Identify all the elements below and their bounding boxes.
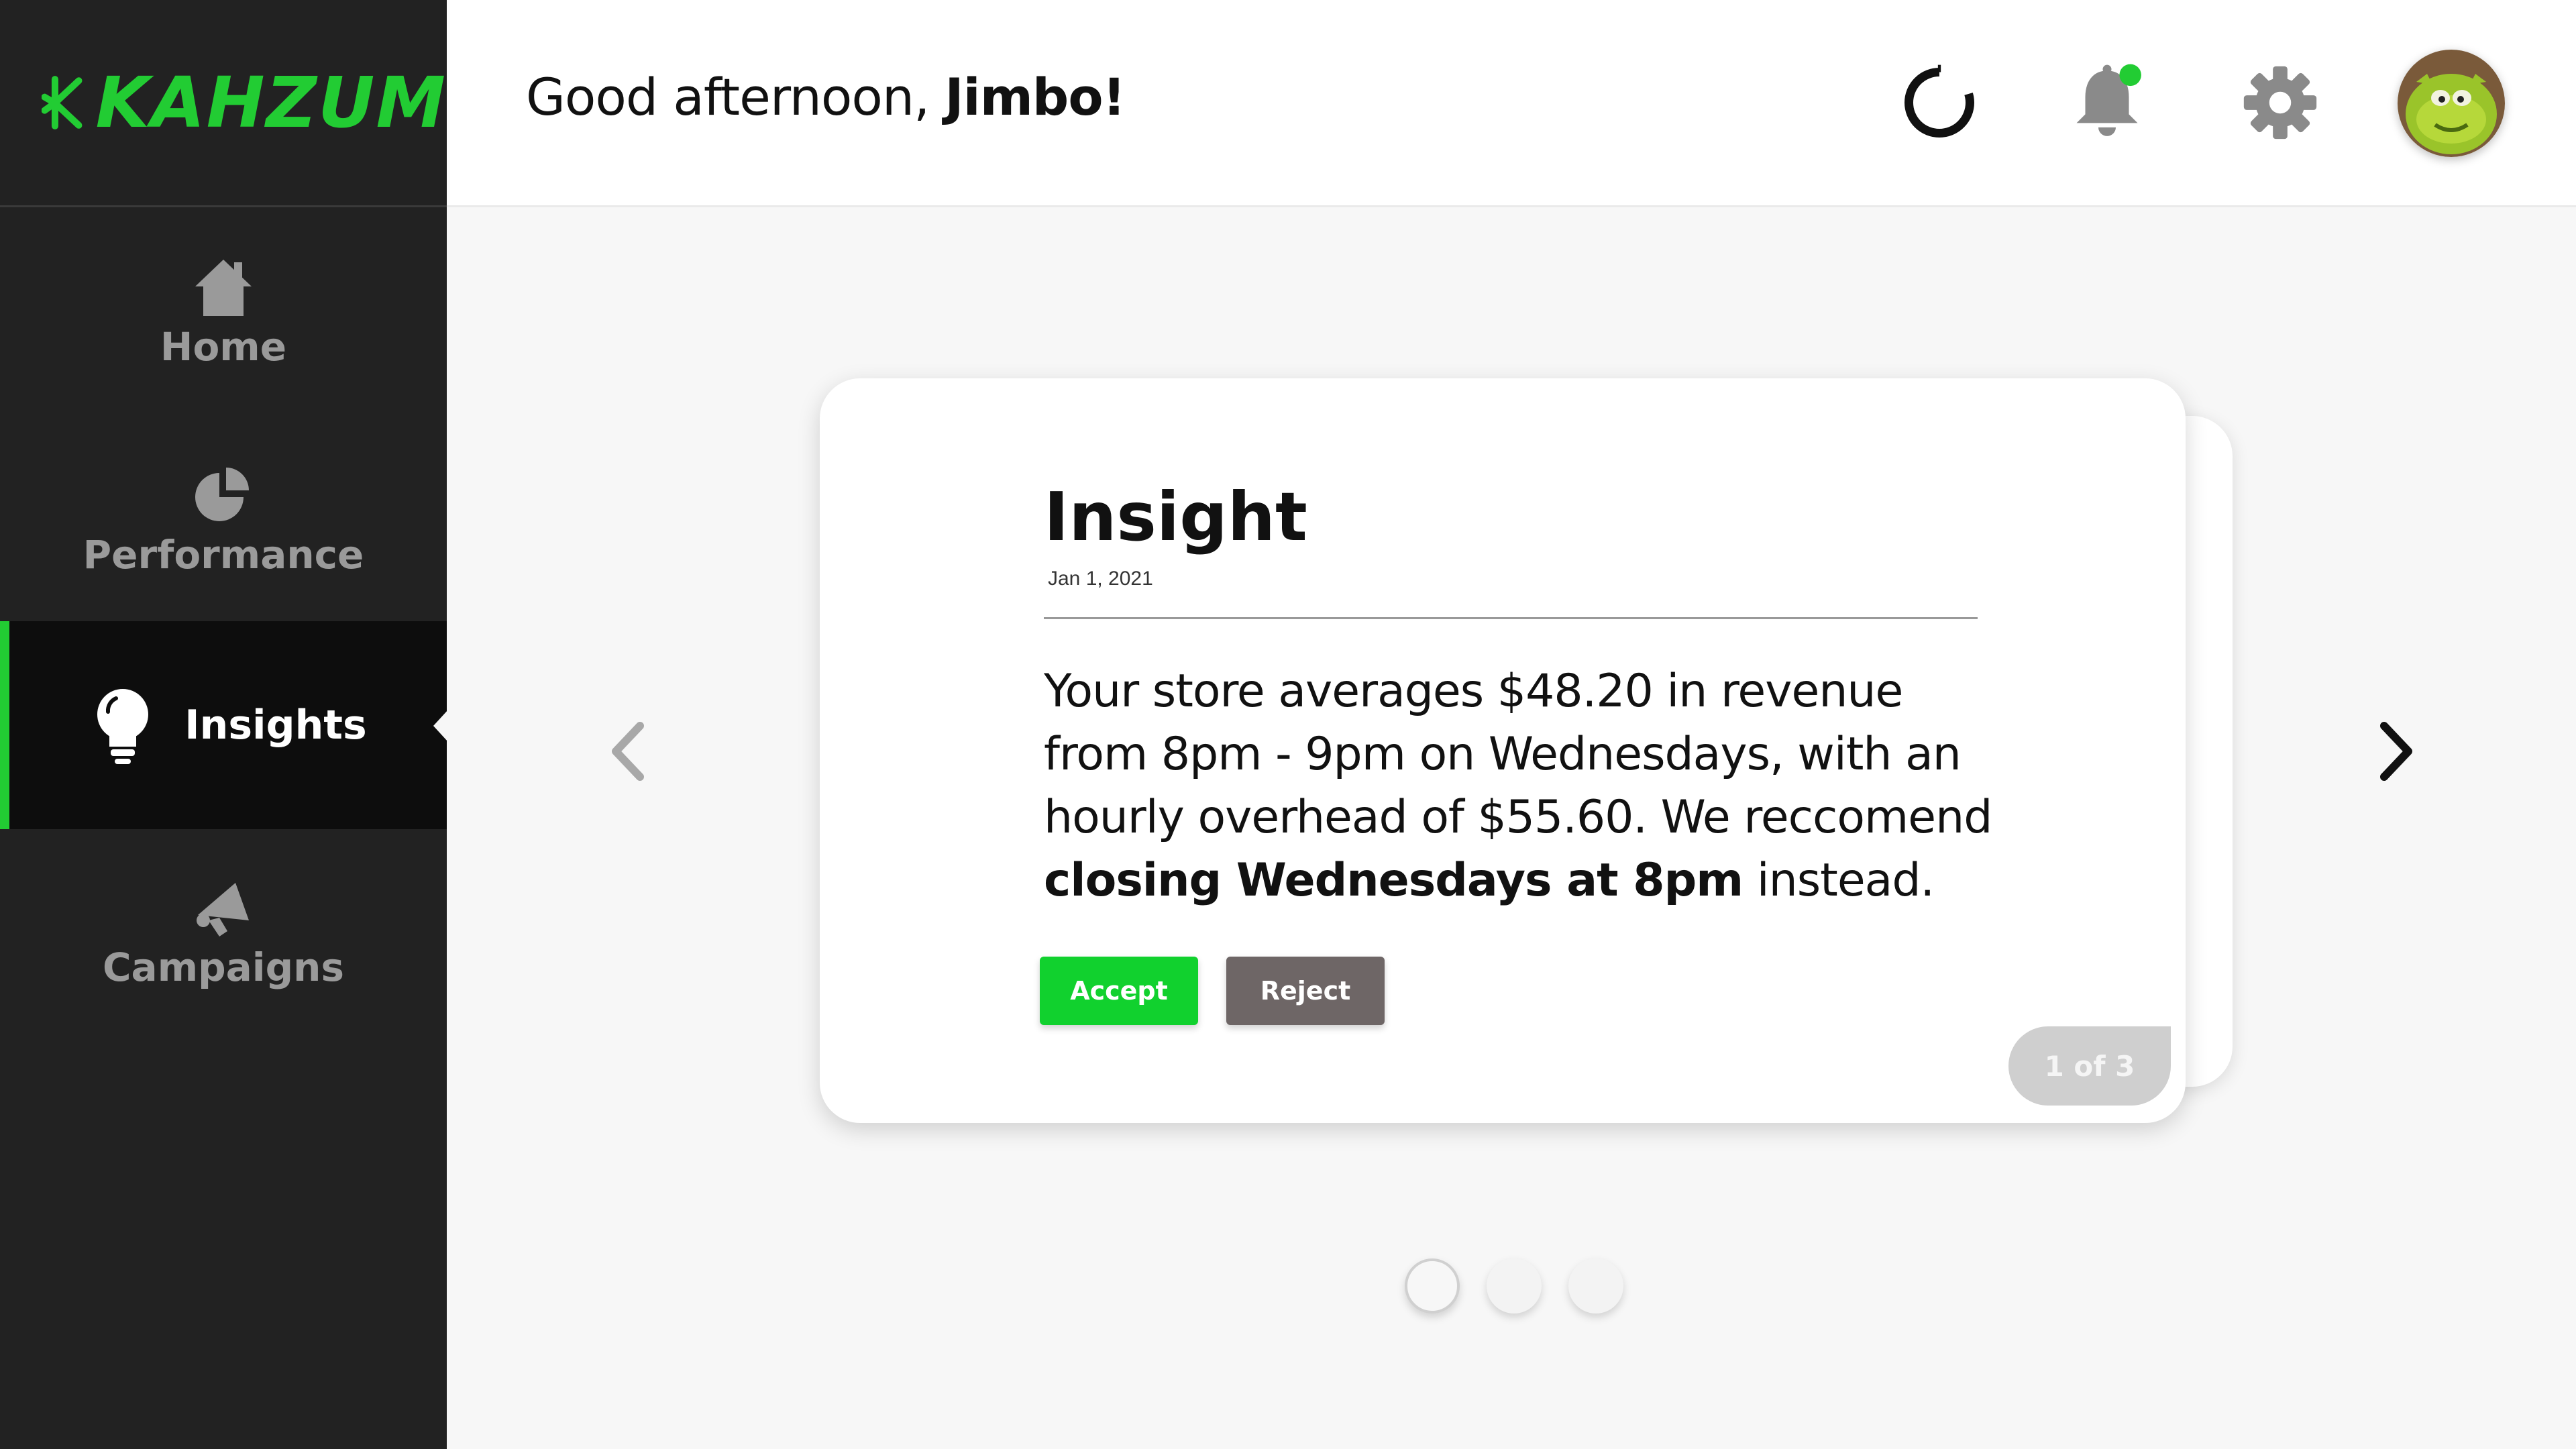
insight-date: Jan 1, 2021 <box>1048 568 1153 590</box>
greeting-prefix: Good afternoon, <box>526 67 945 127</box>
insight-body-text: Your store averages $48.20 in revenue fr… <box>1044 665 1992 844</box>
sidebar-item-label: Campaigns <box>102 945 344 990</box>
accept-button[interactable]: Accept <box>1040 957 1198 1025</box>
previous-arrow-icon[interactable] <box>600 718 653 785</box>
megaphone-icon <box>197 883 249 936</box>
avatar[interactable] <box>2398 50 2505 157</box>
insight-card: Insight Jan 1, 2021 Your store averages … <box>820 378 2186 1123</box>
insight-body-emphasis: closing Wednesdays at 8pm <box>1044 854 1743 907</box>
brand-logo[interactable]: KAHZUM <box>0 0 447 207</box>
notification-dot <box>2119 64 2141 87</box>
carousel-dot-1[interactable] <box>1405 1258 1460 1313</box>
next-arrow-icon[interactable] <box>2371 718 2424 785</box>
notifications-button[interactable] <box>2063 59 2151 146</box>
sidebar-item-home[interactable]: Home <box>0 241 447 382</box>
insight-title: Insight <box>1044 478 1307 556</box>
insight-body-text-end: instead. <box>1743 854 1935 907</box>
card-pager-badge: 1 of 3 <box>2008 1026 2171 1106</box>
lightbulb-icon <box>97 689 149 764</box>
sidebar: KAHZUM Home Performance Insights Campaig… <box>0 0 448 1449</box>
sidebar-item-insights[interactable]: Insights <box>0 621 447 829</box>
carousel-dot-2[interactable] <box>1487 1258 1542 1313</box>
progress-ring-icon[interactable] <box>1896 59 1983 146</box>
avatar-image <box>2398 50 2505 157</box>
kahzum-logo-icon <box>42 76 83 129</box>
greeting-name: Jimbo! <box>945 67 1126 127</box>
sidebar-item-label: Insights <box>184 702 367 749</box>
divider <box>1044 617 1978 619</box>
gear-icon[interactable] <box>2237 59 2324 146</box>
active-indicator-caret <box>433 710 448 742</box>
home-icon <box>195 260 252 316</box>
carousel-dot-3[interactable] <box>1568 1258 1623 1313</box>
reject-button[interactable]: Reject <box>1226 957 1385 1025</box>
sidebar-item-performance[interactable]: Performance <box>0 449 447 590</box>
greeting: Good afternoon, Jimbo! <box>526 67 1126 127</box>
top-header: Good afternoon, Jimbo! <box>447 0 2576 207</box>
sidebar-item-campaigns[interactable]: Campaigns <box>0 852 447 1013</box>
bell-icon <box>2076 64 2141 136</box>
sidebar-item-label: Performance <box>83 532 364 578</box>
brand-name: KAHZUM <box>95 62 447 144</box>
insight-body: Your store averages $48.20 in revenue fr… <box>1044 660 2003 912</box>
sidebar-item-label: Home <box>160 324 287 370</box>
pie-chart-icon <box>195 468 249 521</box>
